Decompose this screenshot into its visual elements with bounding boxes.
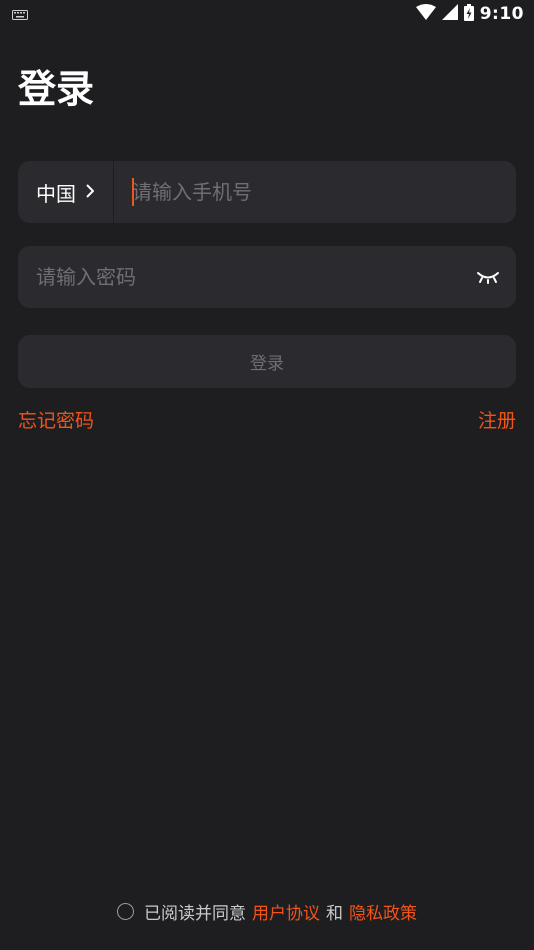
text-cursor (132, 178, 134, 206)
agreement-prefix: 已阅读并同意 (144, 904, 246, 924)
country-picker[interactable]: 中国 (18, 161, 113, 223)
login-screen: 9:10 登录 中国 登录 忘记密码 注册 已阅读 (0, 0, 534, 950)
page-title: 登录 (18, 67, 95, 111)
user-agreement-link[interactable]: 用户协议 (252, 899, 320, 924)
auxiliary-links: 忘记密码 注册 (18, 406, 516, 433)
status-icons: 9:10 (415, 3, 524, 25)
agreement-and: 和 (326, 904, 343, 924)
forgot-password-link[interactable]: 忘记密码 (18, 406, 94, 433)
agreement-checkbox[interactable] (117, 903, 134, 920)
chevron-right-icon (86, 183, 95, 202)
password-field (18, 246, 516, 308)
status-bar: 9:10 (0, 0, 534, 28)
wifi-icon (415, 4, 436, 24)
password-input[interactable] (18, 246, 460, 308)
battery-icon (463, 3, 474, 25)
register-link[interactable]: 注册 (478, 406, 516, 433)
signal-icon (441, 4, 458, 24)
country-label: 中国 (36, 181, 76, 206)
status-time: 9:10 (479, 4, 524, 24)
agreement-row: 已阅读并同意 用户协议 和 隐私政策 (0, 899, 534, 924)
phone-input[interactable] (114, 161, 516, 223)
privacy-policy-link[interactable]: 隐私政策 (349, 899, 417, 924)
eye-closed-icon[interactable] (460, 246, 516, 308)
phone-field: 中国 (18, 161, 516, 223)
login-button[interactable]: 登录 (18, 335, 516, 388)
keyboard-icon (12, 5, 28, 24)
